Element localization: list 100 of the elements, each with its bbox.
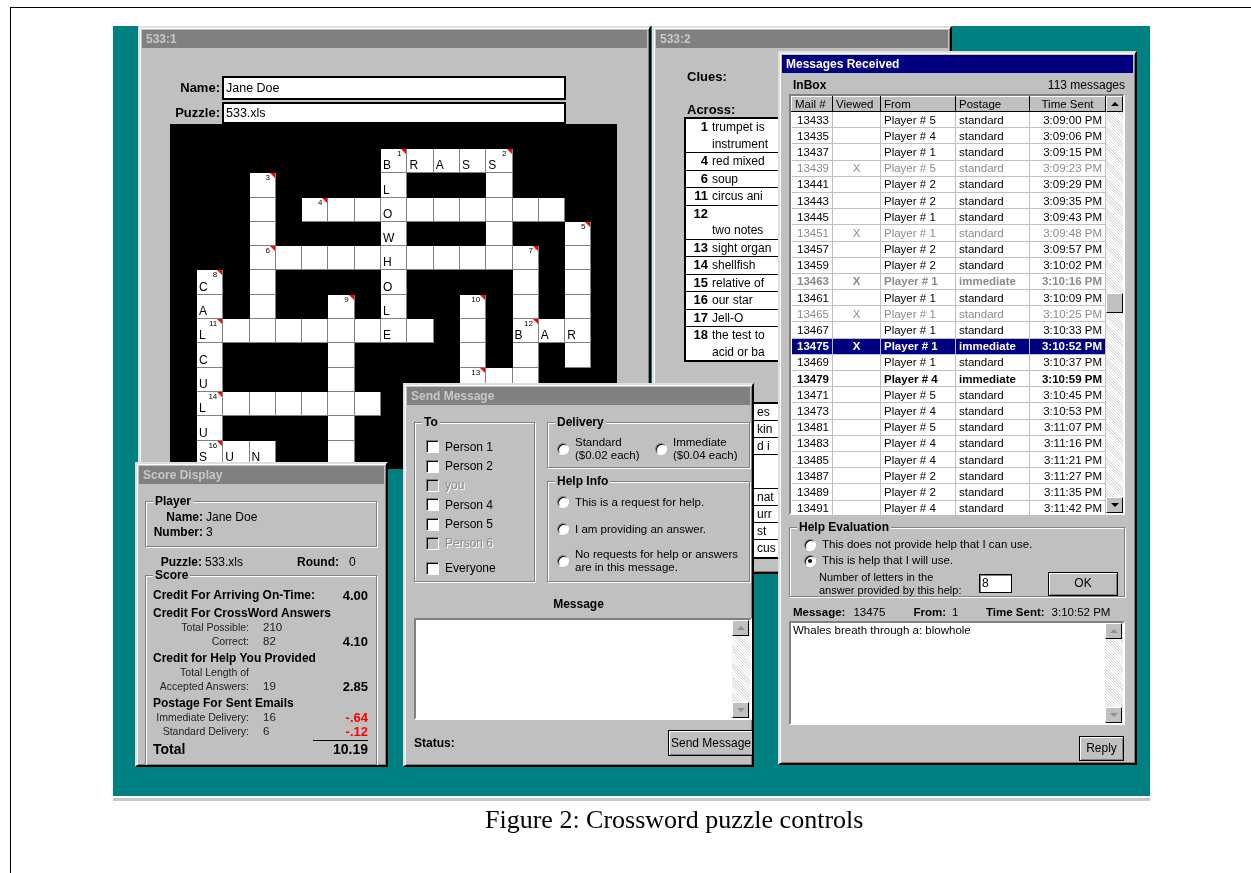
radio-button[interactable]	[557, 555, 569, 567]
crossword-cell[interactable]: B 1	[381, 149, 408, 174]
table-row[interactable]: 13481 Player # 5 standard 3:11:07 PM	[791, 419, 1106, 436]
column-header[interactable]: Viewed	[832, 96, 881, 112]
table-row[interactable]: 13445 Player # 1 standard 3:09:43 PM	[791, 208, 1106, 225]
crossword-cell[interactable]	[565, 246, 592, 271]
crossword-cell[interactable]	[249, 270, 276, 295]
table-row[interactable]: 13435 Player # 4 standard 3:09:06 PM	[791, 127, 1106, 144]
radio-button[interactable]	[557, 523, 569, 535]
crossword-cell[interactable]	[328, 197, 355, 222]
crossword-cell[interactable]: 6	[249, 246, 276, 271]
crossword-cell[interactable]	[407, 319, 434, 344]
table-row[interactable]: 13467 Player # 1 standard 3:10:33 PM	[791, 321, 1106, 339]
radio-button[interactable]	[655, 443, 667, 455]
column-header[interactable]: Time Sent	[1029, 96, 1106, 112]
crossword-cell[interactable]	[354, 319, 382, 344]
table-row[interactable]: 13489 Player # 2 standard 3:11:35 PM	[791, 483, 1106, 500]
crossword-cell[interactable]: S	[459, 149, 487, 174]
checkbox[interactable]	[426, 440, 439, 454]
crossword-cell[interactable]	[407, 246, 434, 271]
checkbox[interactable]	[426, 459, 439, 473]
scroll-up-button[interactable]	[732, 620, 749, 636]
crossword-cell[interactable]: A	[538, 319, 566, 344]
table-row[interactable]: 13443 Player # 2 standard 3:09:35 PM	[791, 192, 1106, 209]
checkbox[interactable]	[426, 498, 439, 512]
message-text-area[interactable]: Whales breath through a: blowhole	[789, 621, 1125, 725]
crossword-cell[interactable]	[512, 270, 539, 295]
crossword-cell[interactable]	[565, 294, 592, 320]
table-row[interactable]: 13485 Player # 4 standard 3:11:21 PM	[791, 451, 1106, 468]
crossword-cell[interactable]	[354, 197, 382, 222]
vertical-scrollbar[interactable]	[1105, 623, 1123, 723]
crossword-cell[interactable]: C 8	[197, 270, 224, 295]
crossword-cell[interactable]: O	[381, 270, 408, 295]
crossword-cell[interactable]: C	[197, 343, 224, 368]
table-row[interactable]: 13433 Player # 5 standard 3:09:00 PM	[791, 111, 1106, 128]
crossword-cell[interactable]	[328, 343, 355, 368]
radio-button[interactable]	[557, 443, 569, 455]
crossword-cell[interactable]: 5	[565, 221, 592, 247]
crossword-cell[interactable]	[275, 391, 303, 417]
crossword-cell[interactable]: 10	[459, 294, 487, 320]
crossword-cell[interactable]: E	[381, 319, 408, 344]
table-row[interactable]: 13487 Player # 2 standard 3:11:27 PM	[791, 467, 1106, 484]
scroll-down-button[interactable]	[1106, 497, 1123, 513]
table-row[interactable]: 13439 X Player # 5 standard 3:09:23 PM	[791, 160, 1106, 177]
text-field[interactable]: Jane Doe	[222, 76, 566, 100]
scroll-down-button[interactable]	[732, 702, 749, 718]
crossword-cell[interactable]: U	[197, 416, 224, 441]
table-row[interactable]: 13459 Player # 2 standard 3:10:02 PM	[791, 257, 1106, 274]
crossword-cell[interactable]	[433, 246, 460, 271]
reply-button[interactable]: Reply	[1079, 736, 1124, 761]
crossword-cell[interactable]	[328, 416, 355, 441]
crossword-cell[interactable]	[249, 319, 276, 344]
table-row[interactable]: 13437 Player # 1 standard 3:09:15 PM	[791, 143, 1106, 161]
table-row[interactable]: 13491 Player # 4 standard 3:11:42 PM	[791, 500, 1106, 517]
crossword-cell[interactable]	[302, 319, 329, 344]
checkbox[interactable]	[426, 561, 439, 575]
crossword-cell[interactable]	[354, 246, 382, 271]
scroll-up-button[interactable]	[1106, 96, 1123, 112]
crossword-cell[interactable]	[433, 197, 460, 222]
table-row[interactable]: 13479 Player # 4 immediate 3:10:59 PM	[791, 370, 1106, 387]
column-header[interactable]: From	[880, 96, 956, 112]
crossword-cell[interactable]: B 12	[512, 319, 539, 344]
crossword-cell[interactable]	[249, 197, 276, 222]
crossword-cell[interactable]	[328, 246, 355, 271]
checkbox[interactable]	[426, 517, 439, 531]
crossword-cell[interactable]	[486, 197, 513, 222]
crossword-cell[interactable]	[302, 246, 329, 271]
crossword-cell[interactable]	[459, 246, 487, 271]
crossword-cell[interactable]	[328, 367, 355, 392]
table-row[interactable]: 13465 X Player # 1 standard 3:10:25 PM	[791, 305, 1106, 322]
ok-button[interactable]: OK	[1048, 571, 1118, 596]
crossword-cell[interactable]	[538, 197, 566, 222]
crossword-cell[interactable]	[486, 221, 513, 247]
table-row[interactable]: 13483 Player # 4 standard 3:11:16 PM	[791, 435, 1106, 452]
table-row[interactable]: 13475 X Player # 1 immediate 3:10:52 PM	[791, 338, 1106, 355]
scroll-up-button[interactable]	[1105, 623, 1122, 639]
crossword-cell[interactable]	[459, 319, 487, 344]
table-row[interactable]: 13469 Player # 1 standard 3:10:37 PM	[791, 354, 1106, 371]
crossword-cell[interactable]	[275, 319, 303, 344]
crossword-cell[interactable]: O	[381, 197, 408, 222]
table-row[interactable]: 13457 Player # 2 standard 3:09:57 PM	[791, 241, 1106, 258]
crossword-cell[interactable]: R	[407, 149, 434, 174]
crossword-cell[interactable]: U	[223, 440, 250, 465]
text-field[interactable]: 533.xls	[222, 102, 566, 124]
crossword-cell[interactable]: W	[381, 221, 408, 247]
number-field[interactable]: 8	[979, 574, 1012, 593]
crossword-cell[interactable]	[512, 197, 539, 222]
crossword-cell[interactable]: L 14	[197, 391, 224, 417]
crossword-cell[interactable]: 7	[512, 246, 539, 271]
scroll-down-button[interactable]	[1105, 707, 1122, 723]
crossword-cell[interactable]: L	[381, 294, 408, 320]
crossword-cell[interactable]	[328, 319, 355, 344]
crossword-cell[interactable]	[354, 391, 382, 417]
table-row[interactable]: 13441 Player # 2 standard 3:09:29 PM	[791, 176, 1106, 193]
crossword-cell[interactable]	[512, 343, 539, 368]
radio-button[interactable]	[557, 496, 569, 508]
crossword-cell[interactable]	[486, 173, 513, 198]
table-row[interactable]: 13461 Player # 1 standard 3:10:09 PM	[791, 289, 1106, 306]
table-row[interactable]: 13463 X Player # 1 immediate 3:10:16 PM	[791, 273, 1106, 290]
crossword-cell[interactable]: U	[197, 367, 224, 392]
